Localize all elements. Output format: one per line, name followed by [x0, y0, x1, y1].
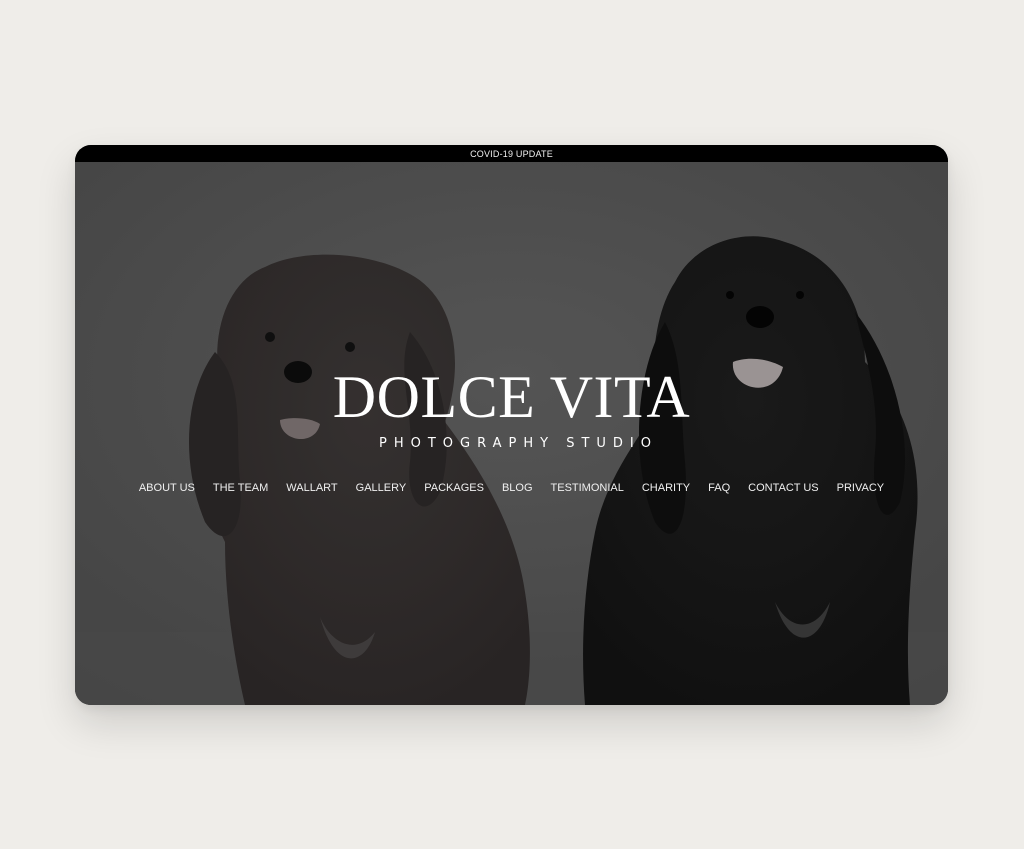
nav-item-packages[interactable]: PACKAGES — [415, 481, 493, 495]
hero-section: DOLCE VITA PHOTOGRAPHY STUDIO ABOUT US T… — [75, 162, 948, 705]
nav-item-charity[interactable]: CHARITY — [633, 481, 699, 495]
website-frame: COVID-19 UPDATE DOLCE VITA PHOTOGRAPHY S… — [75, 145, 948, 705]
nav-item-blog[interactable]: BLOG — [493, 481, 542, 495]
site-subtitle: PHOTOGRAPHY STUDIO — [379, 436, 658, 451]
main-navigation: ABOUT US THE TEAM WALLART GALLERY PACKAG… — [75, 481, 948, 495]
site-title: DOLCE VITA — [332, 364, 691, 430]
nav-item-about-us[interactable]: ABOUT US — [130, 481, 204, 495]
covid-update-link[interactable]: COVID-19 UPDATE — [75, 145, 948, 162]
nav-item-contact-us[interactable]: CONTACT US — [739, 481, 828, 495]
nav-item-the-team[interactable]: THE TEAM — [204, 481, 277, 495]
nav-item-testimonial[interactable]: TESTIMONIAL — [542, 481, 633, 495]
nav-item-gallery[interactable]: GALLERY — [347, 481, 416, 495]
covid-update-label: COVID-19 UPDATE — [470, 148, 553, 159]
nav-item-privacy[interactable]: PRIVACY — [828, 481, 893, 495]
nav-item-faq[interactable]: FAQ — [699, 481, 739, 495]
nav-item-wallart[interactable]: WALLART — [277, 481, 346, 495]
